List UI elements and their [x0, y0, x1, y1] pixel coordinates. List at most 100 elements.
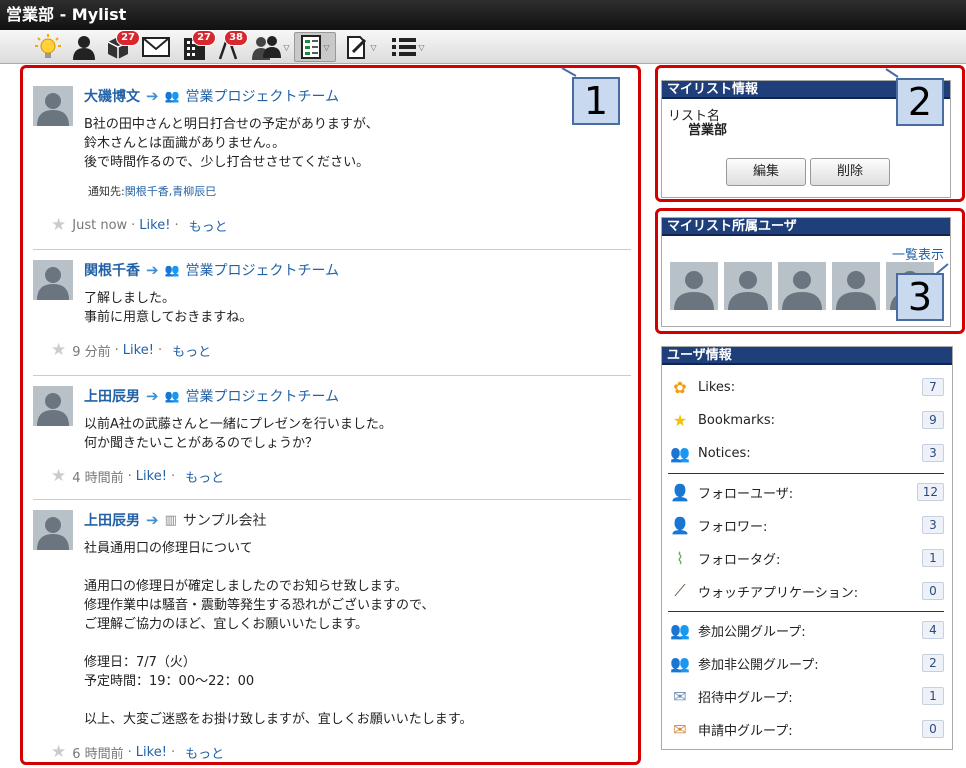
- separator: ·: [174, 217, 179, 233]
- star-icon[interactable]: ★: [51, 215, 66, 235]
- like-link[interactable]: Like!: [136, 745, 167, 760]
- member-avatar[interactable]: [724, 262, 772, 310]
- envelope-icon: ✉: [673, 719, 687, 739]
- group-link[interactable]: 営業プロジェクトチーム: [186, 86, 340, 106]
- member-avatar[interactable]: [670, 262, 718, 310]
- applied-groups-row[interactable]: ✉ 申請中グループ: 0: [668, 718, 944, 740]
- avatar[interactable]: [33, 386, 73, 426]
- notify-line: 通知先:関根千香,青柳辰巳: [88, 183, 216, 199]
- likes-row[interactable]: ✿ Likes: 7: [668, 376, 944, 398]
- like-link[interactable]: Like!: [139, 218, 170, 233]
- chevron-down-icon: ▽: [370, 42, 377, 52]
- member-avatar[interactable]: [778, 262, 826, 310]
- list-icon: [392, 38, 417, 56]
- separator: ·: [170, 744, 176, 760]
- follow-users-count: 12: [916, 483, 944, 501]
- public-groups-row[interactable]: 👥 参加公開グループ: 4: [668, 619, 944, 641]
- notices-row[interactable]: 👥 Notices: 3: [668, 442, 944, 464]
- arrow-right-icon: ➔: [146, 387, 159, 405]
- watch-apps-row[interactable]: ⟋ ウォッチアプリケーション: 0: [668, 580, 944, 602]
- separator: ·: [157, 342, 163, 358]
- private-group-icon: 👥: [670, 653, 690, 673]
- followers-row[interactable]: 👤 フォロワー: 3: [668, 514, 944, 536]
- more-link[interactable]: もっと: [185, 743, 224, 762]
- avatar[interactable]: [33, 260, 73, 300]
- user-info-title: ユーザ情報: [662, 347, 952, 365]
- menu-button[interactable]: ▽: [386, 32, 430, 62]
- separator: ·: [127, 468, 132, 484]
- post-body: 了解しました。 事前に用意しておきますね。: [84, 291, 253, 325]
- group-link[interactable]: サンプル会社: [183, 510, 267, 530]
- group-link[interactable]: 営業プロジェクトチーム: [186, 386, 340, 406]
- mail-button[interactable]: [141, 32, 171, 62]
- apps-button[interactable]: 27: [104, 30, 140, 62]
- list-name-value: 営業部: [688, 123, 728, 138]
- apps-badge: 27: [116, 30, 140, 46]
- flower-icon: ✿: [673, 377, 687, 397]
- post-header: 上田辰男 ➔ 👥 営業プロジェクトチーム: [84, 386, 339, 406]
- groups-button[interactable]: ▽: [250, 32, 292, 62]
- timeline-feed: 大磯博文 ➔ 👥 営業プロジェクトチーム B社の田中さんと明日打合せの予定があり…: [20, 65, 641, 765]
- post-body: 社員通用口の修理日について 通用口の修理日が確定しましたのでお知らせ致します。 …: [84, 541, 473, 727]
- compose-button[interactable]: ▽: [340, 32, 382, 62]
- chevron-down-icon: ▽: [418, 42, 425, 52]
- divider: [668, 611, 944, 612]
- more-link[interactable]: もっと: [185, 467, 224, 486]
- callout-1: 1: [572, 77, 620, 125]
- mylist-icon: [301, 35, 322, 59]
- building-icon: ▥: [164, 512, 177, 528]
- like-link[interactable]: Like!: [136, 469, 167, 484]
- post-footer: ★ 9 分前 · Like! · もっと: [51, 340, 211, 360]
- notices-count: 3: [922, 444, 944, 462]
- tag-icon: ⌇: [676, 548, 684, 568]
- follow-tags-row[interactable]: ⌇ フォロータグ: 1: [668, 547, 944, 569]
- author-link[interactable]: 大磯博文: [84, 86, 140, 106]
- more-link[interactable]: もっと: [189, 216, 228, 235]
- avatar[interactable]: [33, 510, 73, 550]
- bookmarks-count: 9: [922, 411, 944, 429]
- applied-groups-count: 0: [922, 720, 944, 738]
- invited-groups-row[interactable]: ✉ 招待中グループ: 1: [668, 685, 944, 707]
- separator: ·: [127, 744, 132, 760]
- avatar[interactable]: [33, 86, 73, 126]
- watch-badge: 38: [224, 30, 248, 46]
- follow-users-row[interactable]: 👤 フォローユーザ: 12: [668, 481, 944, 503]
- post-item: 上田辰男 ➔ ▥ サンプル会社 社員通用口の修理日について 通用口の修理日が確定…: [33, 510, 631, 762]
- toolbar: 27 27 38 ▽ ▽ ▽ ▽: [0, 30, 966, 64]
- notify-users-link[interactable]: 関根千香,青柳辰巳: [125, 185, 217, 198]
- private-groups-row[interactable]: 👥 参加非公開グループ: 2: [668, 652, 944, 674]
- delete-button[interactable]: 削除: [810, 158, 890, 186]
- follower-icon: 👤: [670, 515, 690, 535]
- author-link[interactable]: 上田辰男: [84, 386, 140, 406]
- mylist-button[interactable]: ▽: [294, 32, 336, 62]
- group-icon: 👥: [670, 620, 690, 640]
- profile-button[interactable]: [70, 32, 98, 62]
- star-icon[interactable]: ★: [51, 466, 66, 486]
- post-header: 大磯博文 ➔ 👥 営業プロジェクトチーム: [84, 86, 339, 106]
- star-icon[interactable]: ★: [51, 742, 66, 762]
- follow-user-icon: 👤: [670, 482, 690, 502]
- invitation-icon: ✉: [673, 686, 687, 706]
- organization-button[interactable]: 27: [180, 30, 216, 62]
- author-link[interactable]: 上田辰男: [84, 510, 140, 530]
- star-icon[interactable]: ★: [51, 340, 66, 360]
- edit-button[interactable]: 編集: [726, 158, 806, 186]
- bookmarks-row[interactable]: ★ Bookmarks: 9: [668, 409, 944, 431]
- member-avatar[interactable]: [832, 262, 880, 310]
- post-item: 上田辰男 ➔ 👥 営業プロジェクトチーム 以前A社の武藤さんと一緒にプレゼンを行…: [33, 386, 631, 500]
- user-info-panel: ユーザ情報 ✿ Likes: 7 ★ Bookmarks: 9 👥 Notices: 3 👤…: [661, 346, 953, 750]
- like-link[interactable]: Like!: [123, 343, 154, 358]
- chevron-down-icon: ▽: [283, 42, 290, 52]
- more-link[interactable]: もっと: [172, 341, 211, 360]
- list-all-link[interactable]: 一覧表示: [892, 244, 944, 263]
- invited-groups-count: 1: [922, 687, 944, 705]
- separator: ·: [114, 342, 119, 358]
- author-link[interactable]: 関根千香: [84, 260, 140, 280]
- group-link[interactable]: 営業プロジェクトチーム: [186, 260, 340, 280]
- idea-button[interactable]: [32, 32, 64, 62]
- window-title: 営業部 - Mylist: [0, 0, 966, 30]
- people-icon: 👥: [670, 443, 690, 463]
- watch-button[interactable]: 38: [216, 30, 248, 62]
- arrow-right-icon: ➔: [146, 511, 159, 529]
- post-footer: ★ Just now · Like! · もっと: [51, 215, 228, 235]
